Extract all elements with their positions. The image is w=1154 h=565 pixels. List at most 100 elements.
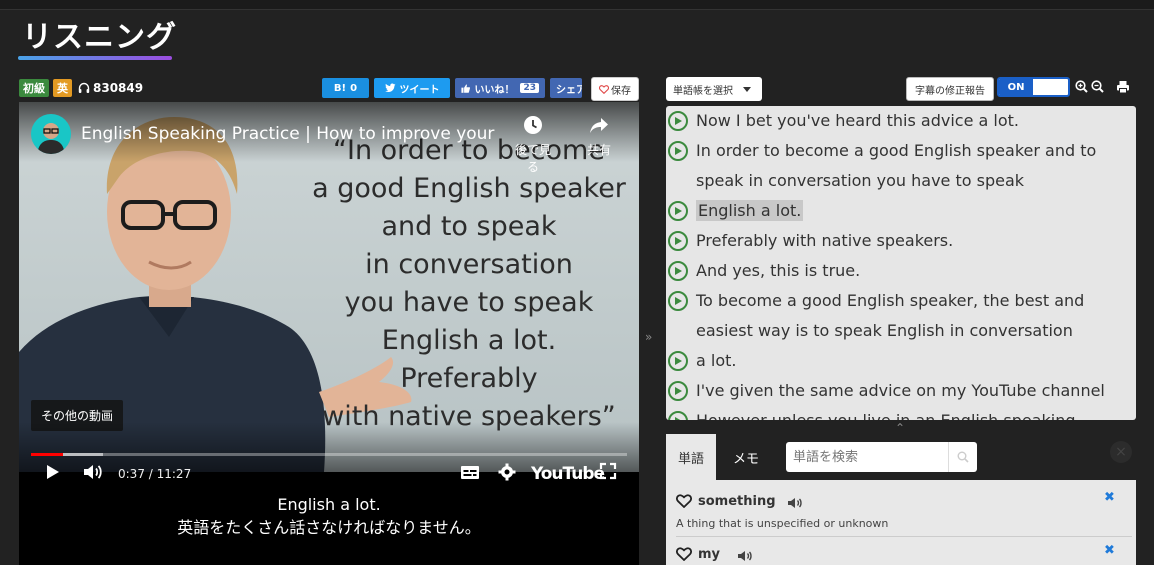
transcript-line[interactable]: To become a good English speaker, the be… [668,286,1134,346]
transcript-line[interactable]: I've given the same advice on my YouTube… [668,376,1134,406]
fullscreen-button[interactable] [599,462,617,484]
facebook-share-button[interactable]: シェア [550,78,582,98]
caret-down-icon [743,86,751,92]
transcript-line-value: I've given the same advice on my YouTube… [696,381,1105,400]
listen-count-value: 830849 [93,81,144,95]
speaker-icon[interactable] [737,549,753,563]
vocab-search-button[interactable] [948,442,976,472]
play-circle-icon[interactable] [668,201,688,221]
speaker-icon[interactable] [787,496,803,510]
play-circle-icon[interactable] [668,261,688,281]
transcript-line[interactable]: a lot. [668,346,1134,376]
collapse-arrow-icon[interactable]: ⌃ [895,421,905,435]
transcript-line[interactable]: Now I bet you've heard this advice a lot… [668,106,1134,136]
vocab-item: my ✖ [676,540,1132,565]
volume-icon [84,465,102,479]
video-frame[interactable]: “In order to become a good English speak… [19,102,639,472]
play-icon [47,465,59,479]
close-icon[interactable]: × [1110,441,1132,463]
quote-line: Preferably [400,363,538,394]
hatebu-button[interactable]: B! 0 [322,78,369,98]
zoom-out-button[interactable] [1091,80,1104,97]
play-button[interactable] [45,462,61,486]
zoom-out-icon [1091,80,1104,93]
subtitle-report-button[interactable]: 字幕の修正報告 [906,77,994,101]
transcript-line-value: a lot. [696,351,737,370]
share-arrow-icon [590,118,608,133]
play-circle-icon[interactable] [668,291,688,311]
play-circle-icon[interactable] [668,411,688,420]
vocab-search [786,442,977,472]
toggle-on-label: ON [999,79,1033,95]
watch-later-button[interactable]: 後で見る [513,114,553,175]
quote-line: English a lot. [381,325,557,356]
youtube-logo[interactable]: YouTube [531,464,605,484]
vocab-definition: A thing that is unspecified or unknown [676,517,889,530]
vocab-tabs: 単語 メモ × [666,434,1136,480]
channel-avatar[interactable] [31,114,71,154]
transcript-line[interactable]: And yes, this is true. [668,256,1134,286]
vocab-item: something A thing that is unspecified or… [676,480,1132,537]
caption-area: English a lot. 英語をたくさん話さなければなりません。 [19,494,639,540]
vocab-book-select[interactable]: 単語帳を選択 [666,77,762,101]
video-player[interactable]: “In order to become a good English speak… [19,102,639,565]
play-circle-icon[interactable] [668,381,688,401]
facebook-like-label: いいね！ [474,84,515,96]
play-circle-icon[interactable] [668,111,688,131]
expand-arrow-icon[interactable]: » [645,330,652,344]
clock-icon [524,116,542,134]
vocab-word: something [698,494,776,509]
transcript-line[interactable]: However unless you live in an English sp… [668,406,1134,420]
vocab-list: something A thing that is unspecified or… [666,480,1136,565]
video-quote: “In order to become a good English speak… [309,132,629,436]
remove-icon[interactable]: ✖ [1104,543,1115,558]
share-video-button[interactable]: 共有 [579,114,619,158]
video-title[interactable]: English Speaking Practice | How to impro… [81,124,501,144]
tab-memo[interactable]: メモ [721,434,771,480]
subtitle-toggle[interactable]: ON [997,77,1070,97]
caption-japanese: 英語をたくさん話さなければなりません。 [177,518,481,537]
caption-english: English a lot. [277,495,381,514]
volume-button[interactable] [82,462,104,486]
transcript-line[interactable]: English a lot. [668,196,1134,226]
hatebu-label: B! [333,82,347,94]
vocab-panel: 単語 メモ × something A thing that is unspec… [666,434,1136,565]
share-video-label: 共有 [586,143,611,157]
level-badge: 初級 [19,79,49,97]
quote-line: a good English speaker [312,173,626,204]
play-circle-icon[interactable] [668,351,688,371]
save-label: 保存 [611,85,631,97]
print-button[interactable] [1116,80,1130,98]
play-circle-icon[interactable] [668,231,688,251]
progress-played [31,453,64,456]
thumbs-up-icon [461,83,471,93]
subtitles-button[interactable] [460,462,480,486]
top-bar [0,0,1154,10]
settings-button[interactable] [497,462,517,486]
video-time: 0:37 / 11:27 [118,467,192,481]
transcript-line[interactable]: In order to become a good English speake… [668,136,1134,196]
listen-count: 830849 [78,81,143,95]
play-circle-icon[interactable] [668,141,688,161]
save-button[interactable]: 保存 [591,77,639,101]
progress-bar[interactable] [31,453,627,456]
quote-line: and to speak [381,211,557,242]
search-icon [957,451,969,463]
transcript-line-text: a lot. [696,346,1134,376]
transcript-line-text: English a lot. [696,196,1134,226]
heart-outline-icon[interactable] [676,494,692,508]
transcript-line[interactable]: Preferably with native speakers. [668,226,1134,256]
heart-outline-icon[interactable] [676,547,692,561]
video-controls: 0:37 / 11:27 YouTube [19,460,639,488]
vocab-word: my [698,547,721,562]
vocab-search-input[interactable] [786,442,948,472]
facebook-like-button[interactable]: いいね！ 23 [455,78,545,98]
zoom-in-button[interactable] [1075,80,1088,97]
transcript-panel[interactable]: Now I bet you've heard this advice a lot… [666,106,1136,420]
share-row: B! 0 ツイート いいね！ 23 シェア [322,77,582,99]
transcript-line-value: In order to become a good English speake… [696,141,1097,190]
remove-icon[interactable]: ✖ [1104,490,1115,505]
tab-words[interactable]: 単語 [666,434,716,480]
tweet-button[interactable]: ツイート [374,78,450,98]
language-badge: 英 [53,79,72,97]
